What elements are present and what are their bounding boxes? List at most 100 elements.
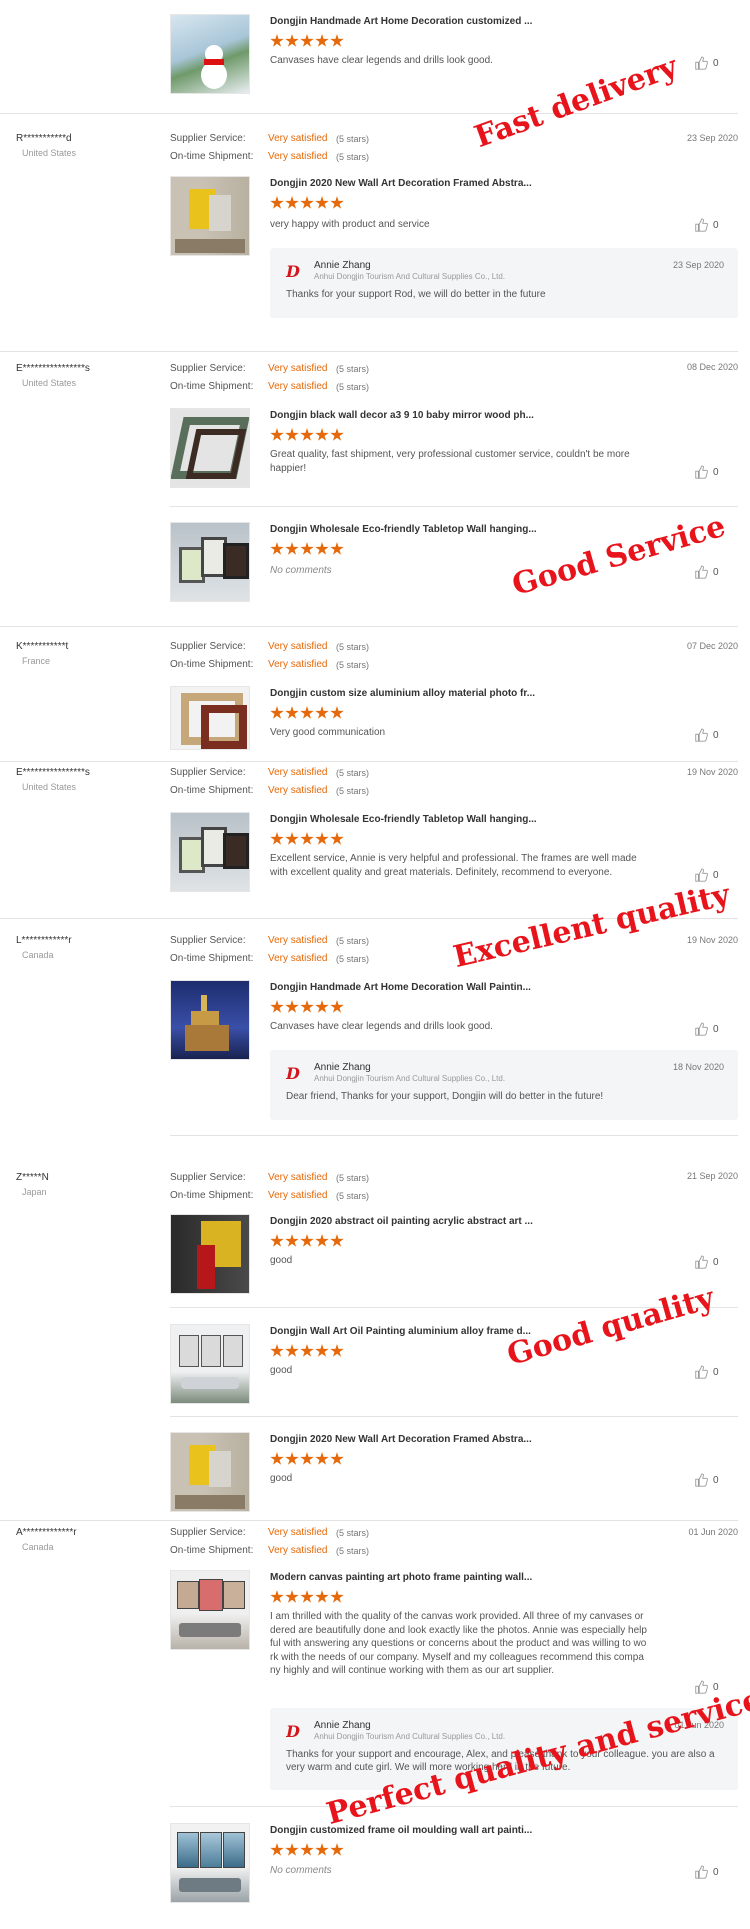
company-logo-icon: D bbox=[286, 1722, 300, 1740]
shipment-stars: (5 stars) bbox=[336, 1191, 370, 1201]
product-title[interactable]: Dongjin 2020 New Wall Art Decoration Fra… bbox=[270, 1434, 532, 1445]
reply-company: Anhui Dongjin Tourism And Cultural Suppl… bbox=[314, 1074, 506, 1083]
shipment-label: On-time Shipment: bbox=[170, 1545, 254, 1556]
reply-date: 18 Nov 2020 bbox=[672, 1062, 724, 1072]
like-button[interactable]: 0 bbox=[694, 465, 719, 479]
supplier-service-label: Supplier Service: bbox=[170, 133, 246, 144]
rating-stars bbox=[270, 832, 344, 846]
product-title[interactable]: Dongjin Wall Art Oil Painting aluminium … bbox=[270, 1326, 531, 1337]
thumbs-up-icon bbox=[695, 1365, 708, 1379]
divider bbox=[170, 506, 738, 507]
supplier-service-label: Supplier Service: bbox=[170, 641, 246, 652]
reply-company: Anhui Dongjin Tourism And Cultural Suppl… bbox=[314, 1732, 506, 1741]
product-thumbnail[interactable] bbox=[170, 686, 250, 750]
product-thumbnail[interactable] bbox=[170, 1823, 250, 1903]
like-button[interactable]: 0 bbox=[694, 728, 719, 742]
product-thumbnail[interactable] bbox=[170, 1570, 250, 1650]
product-thumbnail[interactable] bbox=[170, 408, 250, 488]
product-thumbnail[interactable] bbox=[170, 1432, 250, 1512]
like-count: 0 bbox=[713, 57, 719, 69]
like-button[interactable]: 0 bbox=[694, 1365, 719, 1379]
shipment-label: On-time Shipment: bbox=[170, 659, 254, 670]
product-title[interactable]: Modern canvas painting art photo frame p… bbox=[270, 1572, 532, 1583]
reply-text: Thanks for your support Rod, we will do … bbox=[286, 289, 546, 300]
rating-stars bbox=[270, 428, 344, 442]
shipment-stars: (5 stars) bbox=[336, 660, 370, 670]
shipment-stars: (5 stars) bbox=[336, 382, 370, 392]
like-button[interactable]: 0 bbox=[694, 1255, 719, 1269]
product-title[interactable]: Dongjin custom size aluminium alloy mate… bbox=[270, 688, 535, 699]
supplier-service-value: Very satisfied bbox=[268, 1172, 328, 1183]
overlay-caption: Excellent quality bbox=[450, 877, 734, 975]
rating-stars bbox=[270, 1234, 344, 1248]
product-thumbnail[interactable] bbox=[170, 522, 250, 602]
review-comment: good bbox=[270, 1473, 293, 1484]
reviewer-country: United States bbox=[22, 148, 77, 158]
like-button[interactable]: 0 bbox=[694, 1865, 719, 1879]
supplier-service-value: Very satisfied bbox=[268, 935, 328, 946]
product-thumbnail[interactable] bbox=[170, 812, 250, 892]
reviewer-country: Canada bbox=[22, 950, 54, 960]
shipment-label: On-time Shipment: bbox=[170, 381, 254, 392]
shipment-value: Very satisfied bbox=[268, 953, 328, 964]
thumbs-up-icon bbox=[695, 728, 708, 742]
like-button[interactable]: 0 bbox=[694, 218, 719, 232]
supplier-service-value: Very satisfied bbox=[268, 363, 328, 374]
supplier-service-stars: (5 stars) bbox=[336, 364, 370, 374]
reply-company: Anhui Dongjin Tourism And Cultural Suppl… bbox=[314, 272, 506, 281]
review-comment: very happy with product and service bbox=[270, 219, 430, 230]
like-button[interactable]: 0 bbox=[694, 565, 719, 579]
like-button[interactable]: 0 bbox=[694, 1022, 719, 1036]
product-thumbnail[interactable] bbox=[170, 1324, 250, 1404]
supplier-service-value: Very satisfied bbox=[268, 767, 328, 778]
supplier-service-stars: (5 stars) bbox=[336, 1173, 370, 1183]
reviewer-country: Canada bbox=[22, 1542, 54, 1552]
product-thumbnail[interactable] bbox=[170, 14, 250, 94]
like-button[interactable]: 0 bbox=[694, 56, 719, 70]
product-title[interactable]: Dongjin Handmade Art Home Decoration Wal… bbox=[270, 982, 531, 993]
product-thumbnail[interactable] bbox=[170, 980, 250, 1060]
product-title[interactable]: Dongjin Handmade Art Home Decoration cus… bbox=[270, 16, 532, 27]
review-comment: No comments bbox=[270, 1865, 332, 1876]
svg-text:D: D bbox=[286, 1722, 300, 1740]
shipment-stars: (5 stars) bbox=[336, 1546, 370, 1556]
divider bbox=[170, 1135, 738, 1136]
review-comment: Very good communication bbox=[270, 727, 386, 738]
reply-date: 23 Sep 2020 bbox=[672, 260, 724, 270]
overlay-caption: Good Service bbox=[508, 508, 730, 603]
product-title[interactable]: Dongjin 2020 abstract oil painting acryl… bbox=[270, 1216, 533, 1227]
divider bbox=[0, 761, 738, 762]
product-title[interactable]: Dongjin Wholesale Eco-friendly Tabletop … bbox=[270, 524, 537, 535]
thumbs-up-icon bbox=[695, 565, 708, 579]
rating-stars bbox=[270, 1452, 344, 1466]
supplier-service-label: Supplier Service: bbox=[170, 935, 246, 946]
product-title[interactable]: Dongjin black wall decor a3 9 10 baby mi… bbox=[270, 410, 534, 421]
product-thumbnail[interactable] bbox=[170, 1214, 250, 1294]
rating-stars bbox=[270, 1590, 344, 1604]
product-thumbnail[interactable] bbox=[170, 176, 250, 256]
supplier-service-value: Very satisfied bbox=[268, 1527, 328, 1538]
thumbs-up-icon bbox=[695, 218, 708, 232]
like-button[interactable]: 0 bbox=[694, 1473, 719, 1487]
reviewer-country: France bbox=[22, 656, 51, 666]
rating-stars bbox=[270, 34, 344, 48]
like-count: 0 bbox=[713, 1474, 719, 1486]
shipment-value: Very satisfied bbox=[268, 1545, 328, 1556]
supplier-service-stars: (5 stars) bbox=[336, 936, 370, 946]
reply-author: Annie Zhang bbox=[314, 260, 371, 271]
shipment-stars: (5 stars) bbox=[336, 152, 370, 162]
shipment-value: Very satisfied bbox=[268, 785, 328, 796]
company-logo-icon: D bbox=[286, 262, 300, 280]
like-count: 0 bbox=[713, 219, 719, 231]
review-comment: Great quality, fast shipment, very profe… bbox=[270, 449, 630, 474]
product-title[interactable]: Dongjin Wholesale Eco-friendly Tabletop … bbox=[270, 814, 537, 825]
product-title[interactable]: Dongjin customized frame oil moulding wa… bbox=[270, 1825, 532, 1836]
like-button[interactable]: 0 bbox=[694, 1680, 719, 1694]
shipment-value: Very satisfied bbox=[268, 381, 328, 392]
supplier-service-stars: (5 stars) bbox=[336, 768, 370, 778]
product-title[interactable]: Dongjin 2020 New Wall Art Decoration Fra… bbox=[270, 178, 532, 189]
reply-author: Annie Zhang bbox=[314, 1720, 371, 1731]
thumbs-up-icon bbox=[695, 56, 708, 70]
reply-text: Dear friend, Thanks for your support, Do… bbox=[286, 1091, 604, 1102]
review-date: 01 Jun 2020 bbox=[688, 1527, 738, 1537]
